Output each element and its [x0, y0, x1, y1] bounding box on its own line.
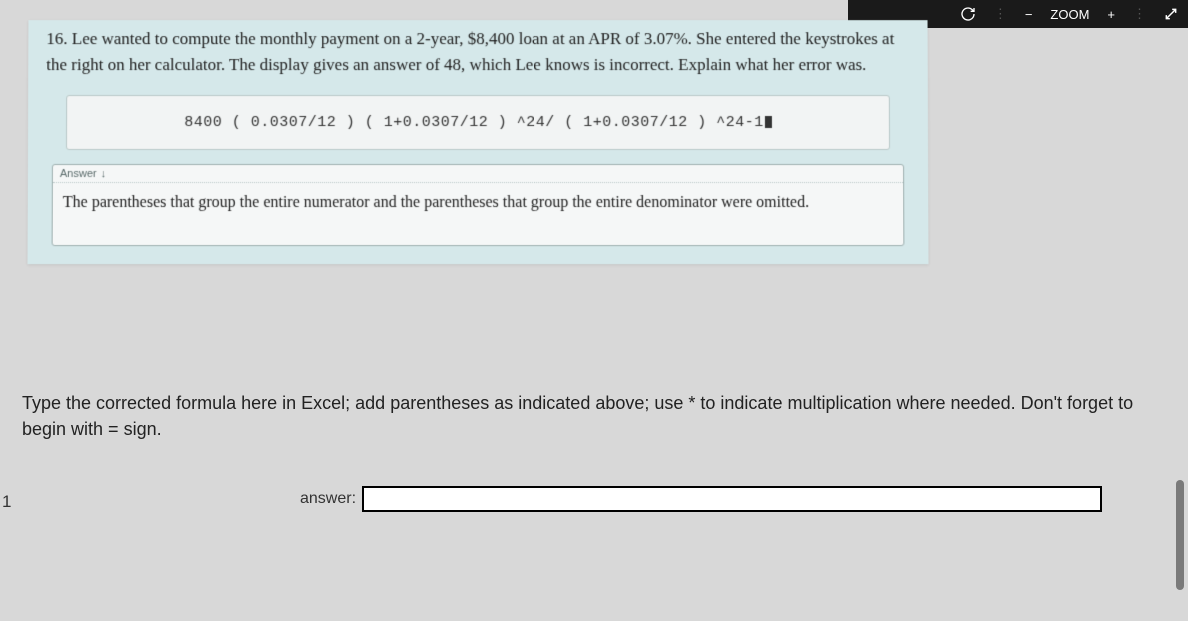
toolbar-divider: ⋮ [994, 6, 1007, 22]
instruction-text: Type the corrected formula here in Excel… [22, 390, 1162, 442]
zoom-out-button[interactable]: − [1025, 7, 1033, 22]
answer-header-label: Answer [60, 168, 97, 180]
vertical-scrollbar[interactable] [1176, 480, 1184, 590]
arrow-down-icon: ↓ [101, 168, 107, 180]
answer-box: Answer ↓ The parentheses that group the … [52, 164, 905, 246]
row-number: 1 [2, 492, 11, 512]
zoom-in-button[interactable]: + [1107, 7, 1115, 22]
formula-text: 8400 ( 0.0307/12 ) ( 1+0.0307/12 ) ^24/ … [184, 114, 764, 131]
question-block: 16. Lee wanted to compute the monthly pa… [28, 20, 929, 264]
formula-display: 8400 ( 0.0307/12 ) ( 1+0.0307/12 ) ^24/ … [66, 95, 890, 150]
fullscreen-icon[interactable] [1164, 7, 1178, 21]
question-text: 16. Lee wanted to compute the monthly pa… [46, 26, 910, 79]
cursor-icon [765, 116, 772, 128]
answer-input-label: answer: [300, 490, 356, 508]
answer-input[interactable] [362, 486, 1102, 512]
zoom-label: ZOOM [1050, 7, 1089, 22]
answer-body-text: The parentheses that group the entire nu… [53, 183, 904, 245]
refresh-icon[interactable] [960, 6, 976, 22]
answer-input-row: answer: [300, 486, 1102, 512]
answer-header[interactable]: Answer ↓ [53, 165, 903, 183]
toolbar-divider: ⋮ [1133, 6, 1146, 22]
